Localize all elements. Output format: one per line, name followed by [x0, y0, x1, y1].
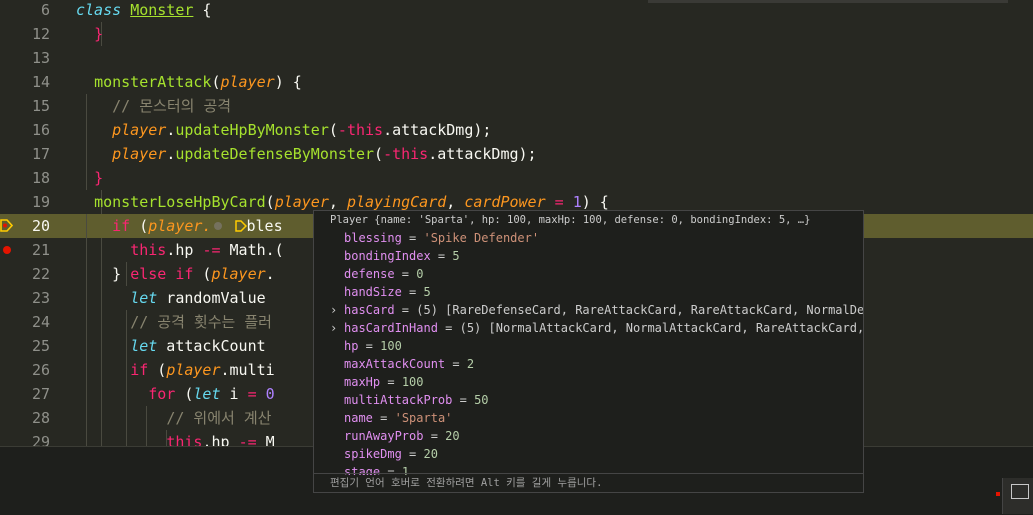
property-name: hp = 100 [344, 339, 402, 353]
hover-property-row: bondingIndex = 5 [314, 247, 863, 265]
code-line[interactable]: 14 monsterAttack(player) { [0, 70, 1033, 94]
property-value: 100 [401, 375, 424, 389]
terminal-tab[interactable] [1002, 478, 1033, 514]
property-name: multiAttackProb = 50 [344, 393, 489, 407]
code-line[interactable]: 6 class Monster { [0, 0, 1033, 22]
line-number: 23 [31, 289, 50, 307]
code-text: if (player.multi [130, 361, 275, 379]
code-line[interactable]: 16 player.updateHpByMonster(-this.attack… [0, 118, 1033, 142]
property-value: 5 [452, 249, 460, 263]
line-number: 19 [31, 193, 50, 211]
inline-breakpoint-icon[interactable] [214, 222, 223, 230]
code-line[interactable]: 13 [0, 46, 1033, 70]
property-value: 100 [380, 339, 402, 353]
property-name: hasCard = (5) [RareDefenseCard, RareAtta… [344, 301, 864, 319]
line-number: 15 [31, 97, 50, 115]
line-number: 25 [31, 337, 50, 355]
code-text: class Monster { [76, 1, 212, 19]
code-text: let randomValue [130, 289, 266, 307]
code-line[interactable]: 12 } [0, 22, 1033, 46]
code-text: } [94, 25, 104, 43]
code-text: for (let i = 0 [148, 385, 275, 403]
code-text: player.updateDefenseByMonster(-this.atta… [112, 145, 537, 163]
hover-properties[interactable]: blessing = 'Spike Defender' bondingIndex … [314, 229, 864, 475]
code-text: // 몬스터의 공격 [112, 97, 232, 115]
hover-property-row: maxAttackCount = 2 [314, 355, 863, 373]
line-number: 6 [40, 1, 50, 19]
property-value: (5) [NormalAttackCard, NormalAttackCard,… [459, 321, 864, 335]
property-value: 2 [466, 357, 475, 371]
code-text: this.hp -= M [166, 433, 275, 446]
line-number: 28 [31, 409, 50, 427]
line-number: 27 [31, 385, 50, 403]
line-number: 26 [31, 361, 50, 379]
hover-footer: 편집기 언어 호버로 전환하려면 Alt 키를 길게 누릅니다. [314, 473, 863, 492]
hover-property-row: hp = 100 [314, 337, 863, 355]
line-number: 14 [31, 73, 50, 91]
property-name: handSize = 5 [344, 285, 431, 299]
code-text: } else if (player. [112, 265, 275, 283]
line-number: 22 [31, 265, 50, 283]
code-text: monsterAttack(player) { [94, 73, 302, 91]
property-value: 20 [423, 447, 438, 461]
line-number: 24 [31, 313, 50, 331]
property-value: 50 [474, 393, 489, 407]
code-line[interactable]: 18 } [0, 166, 1033, 190]
property-name: defense = 0 [344, 267, 424, 281]
property-name: maxHp = 100 [344, 375, 424, 389]
property-value: (5) [RareDefenseCard, RareAttackCard, Ra… [416, 303, 864, 317]
hover-property-row: spikeDmg = 20 [314, 445, 863, 463]
hover-property-row: name = 'Sparta' [314, 409, 863, 427]
line-number: 12 [31, 25, 50, 43]
code-text: if (player. bles [112, 217, 283, 235]
property-value: 20 [445, 429, 460, 443]
property-name: bondingIndex = 5 [344, 249, 460, 263]
chevron-right-icon[interactable]: › [330, 301, 337, 319]
hover-property-row: defense = 0 [314, 265, 863, 283]
property-value: 'Spike Defender' [423, 231, 540, 245]
code-text: // 위에서 계산 [166, 409, 272, 427]
code-text: } [94, 169, 104, 187]
line-number: 18 [31, 169, 50, 187]
property-name: spikeDmg = 20 [344, 447, 438, 461]
hover-property-row: maxHp = 100 [314, 373, 863, 391]
property-name: maxAttackCount = 2 [344, 357, 475, 371]
property-value: 'Sparta' [394, 411, 453, 425]
hover-property-row[interactable]: › hasCard = (5) [RareDefenseCard, RareAtt… [314, 301, 864, 319]
code-line[interactable]: 15 // 몬스터의 공격 [0, 94, 1033, 118]
property-name: blessing = 'Spike Defender' [344, 231, 540, 245]
top-overlay-strip [648, 0, 1008, 3]
code-line[interactable]: 17 player.updateDefenseByMonster(-this.a… [0, 142, 1033, 166]
line-number: 17 [31, 145, 50, 163]
line-number: 16 [31, 121, 50, 139]
hover-property-row: handSize = 5 [314, 283, 863, 301]
inline-debug-arrow-icon[interactable] [234, 220, 247, 232]
line-number: 13 [31, 49, 50, 67]
terminal-icon [1011, 484, 1029, 499]
property-value: 5 [423, 285, 431, 299]
line-number: 29 [31, 433, 50, 446]
code-text: player.updateHpByMonster(-this.attackDmg… [112, 121, 492, 139]
property-name: hasCardInHand = (5) [NormalAttackCard, N… [344, 321, 864, 335]
hover-property-row: blessing = 'Spike Defender' [314, 229, 863, 247]
property-name: runAwayProb = 20 [344, 429, 460, 443]
property-name: name = 'Sparta' [344, 411, 453, 425]
debug-hover-widget[interactable]: Player {name: 'Sparta', hp: 100, maxHp: … [313, 210, 864, 493]
hover-header: Player {name: 'Sparta', hp: 100, maxHp: … [330, 214, 811, 226]
hover-property-row: multiAttackProb = 50 [314, 391, 863, 409]
property-value: 0 [416, 267, 424, 281]
line-number: 20 [31, 217, 50, 235]
error-marker [996, 492, 1000, 496]
hover-property-row[interactable]: › hasCardInHand = (5) [NormalAttackCard, … [314, 319, 864, 337]
chevron-right-icon[interactable]: › [330, 319, 337, 337]
line-number: 21 [31, 241, 50, 259]
hover-property-row: runAwayProb = 20 [314, 427, 863, 445]
